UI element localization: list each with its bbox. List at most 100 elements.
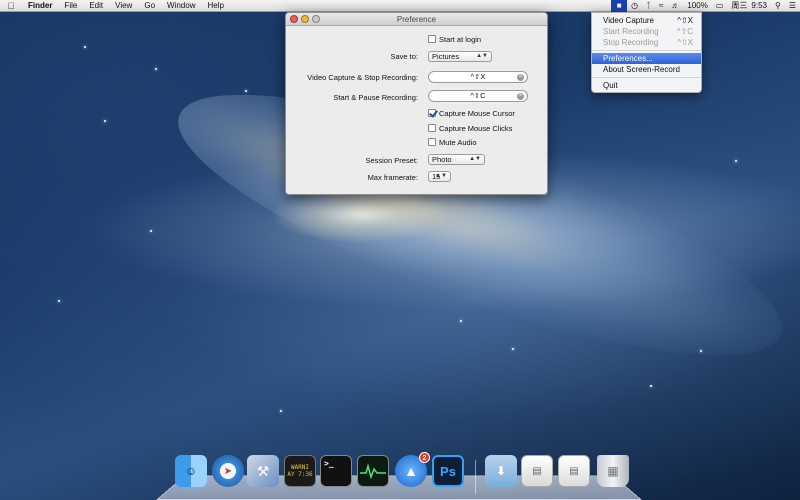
star [280, 410, 282, 412]
menu-separator [592, 77, 701, 78]
clear-shortcut-icon[interactable]: × [517, 93, 524, 100]
documents-stack-icon[interactable]: ▤ [521, 455, 553, 487]
screen-record-status-icon[interactable]: ■ [611, 0, 628, 12]
max-framerate-label: Max framerate: [367, 173, 418, 182]
xcode-icon[interactable]: ⚒ [247, 455, 279, 487]
star [104, 120, 106, 122]
save-to-value: Pictures [432, 52, 460, 61]
star [650, 385, 652, 387]
star [735, 160, 737, 162]
menu-separator [592, 50, 701, 51]
capture-mouse-cursor-checkbox[interactable] [428, 109, 436, 117]
menu-item-video-capture[interactable]: Video Capture ^⇧X [592, 15, 701, 26]
star [245, 90, 247, 92]
menu-view[interactable]: View [109, 0, 138, 12]
capture-mouse-clicks-checkbox[interactable] [428, 124, 436, 132]
window-title: Preference [396, 15, 437, 24]
star [84, 46, 86, 48]
star [460, 320, 462, 322]
downloads-stack-icon[interactable]: ▤ [558, 455, 590, 487]
photoshop-icon[interactable]: Ps [432, 455, 464, 487]
preference-window: Preference Start at login Save to: Pictu… [285, 12, 548, 195]
menu-item-shortcut: ^⇧X [677, 16, 693, 25]
menu-finder[interactable]: Finder [22, 0, 58, 12]
start-pause-shortcut-field[interactable]: ^⇧C × [428, 90, 528, 102]
trash-icon[interactable]: ▦ [597, 455, 629, 487]
minimize-button[interactable] [301, 15, 309, 23]
console-icon[interactable]: WARNI AY 7:36 [284, 455, 316, 487]
menu-item-shortcut: ^⇧X [677, 38, 693, 47]
menu-item-label: Start Recording [603, 27, 659, 36]
battery-percent[interactable]: 100% [683, 0, 711, 12]
start-pause-label: Start & Pause Recording: [333, 93, 418, 102]
menu-file[interactable]: File [58, 0, 83, 12]
menu-item-shortcut: ^⇧C [676, 27, 693, 36]
wifi-icon[interactable]: ≈ [655, 0, 667, 12]
clock-day[interactable]: 周三 [727, 0, 751, 12]
video-capture-shortcut-field[interactable]: ^⇧X × [428, 71, 528, 83]
status-area: ■ ◷ ᛏ ≈ ♬ 100% ▭ 周三 9:53 ⚲ ☰ [611, 0, 800, 12]
capture-mouse-cursor-row[interactable]: Capture Mouse Cursor [428, 109, 515, 118]
spotlight-icon[interactable]: ⚲ [771, 0, 785, 12]
menu-item-about[interactable]: About Screen-Record [592, 64, 701, 75]
start-at-login-row[interactable]: Start at login [428, 35, 481, 44]
safari-icon[interactable]: ➤ [212, 455, 244, 487]
star [150, 230, 152, 232]
star [512, 348, 514, 350]
console-text: WARNI [290, 464, 310, 471]
max-framerate-popup[interactable]: 15 ▲▼ [428, 171, 451, 182]
close-button[interactable] [290, 15, 298, 23]
window-titlebar[interactable]: Preference [286, 13, 547, 26]
mute-audio-checkbox[interactable] [428, 138, 436, 146]
menu-item-label: Quit [603, 81, 618, 90]
capture-mouse-cursor-label: Capture Mouse Cursor [439, 109, 515, 118]
star [155, 68, 157, 70]
session-preset-value: Photo [432, 155, 452, 164]
menu-item-label: Preferences... [603, 54, 653, 63]
start-at-login-checkbox[interactable] [428, 35, 436, 43]
save-to-popup[interactable]: Pictures ▲▼ [428, 51, 492, 62]
finder-icon[interactable]: ☺ [175, 455, 207, 487]
bluetooth-icon[interactable]: ᛏ [642, 0, 655, 12]
applications-folder-icon[interactable]: ⬇ [485, 455, 517, 487]
video-capture-label: Video Capture & Stop Recording: [307, 73, 418, 82]
photoshop-text: Ps [440, 463, 456, 479]
activity-monitor-icon[interactable] [357, 455, 389, 487]
apple-menu-icon[interactable]:  [0, 1, 22, 11]
menu-window[interactable]: Window [161, 0, 201, 12]
battery-icon[interactable]: ▭ [712, 0, 728, 12]
menu-item-start-recording[interactable]: Start Recording ^⇧C [592, 26, 701, 37]
popup-arrows-icon: ▲▼ [469, 156, 481, 162]
clear-shortcut-icon[interactable]: × [517, 74, 524, 81]
terminal-text: >_ [324, 459, 334, 468]
start-pause-shortcut-value: ^⇧C [470, 91, 486, 100]
terminal-icon[interactable]: >_ [320, 455, 352, 487]
time-machine-icon[interactable]: ◷ [627, 0, 642, 12]
session-preset-popup[interactable]: Photo ▲▼ [428, 154, 485, 165]
save-to-label: Save to: [390, 52, 418, 61]
star [700, 350, 702, 352]
menu-item-label: Stop Recording [603, 38, 659, 47]
session-preset-label: Session Preset: [365, 156, 418, 165]
menu-go[interactable]: Go [138, 0, 161, 12]
menu-edit[interactable]: Edit [83, 0, 109, 12]
capture-mouse-clicks-label: Capture Mouse Clicks [439, 124, 513, 133]
app-store-badge: 2 [419, 452, 430, 463]
menu-item-quit[interactable]: Quit [592, 80, 701, 91]
mute-audio-row[interactable]: Mute Audio [428, 138, 477, 147]
zoom-button[interactable] [312, 15, 320, 23]
menu-item-label: Video Capture [603, 16, 654, 25]
start-at-login-label: Start at login [439, 35, 482, 44]
menu-item-preferences[interactable]: Preferences... [592, 53, 701, 64]
menu-item-stop-recording[interactable]: Stop Recording ^⇧X [592, 37, 701, 48]
screen-record-menu: Video Capture ^⇧X Start Recording ^⇧C St… [591, 12, 702, 93]
popup-arrows-icon: ▲▼ [435, 173, 447, 179]
menu-help[interactable]: Help [201, 0, 229, 12]
notification-center-icon[interactable]: ☰ [785, 0, 800, 12]
capture-mouse-clicks-row[interactable]: Capture Mouse Clicks [428, 124, 512, 133]
menu-bar:  Finder File Edit View Go Window Help ■… [0, 0, 800, 12]
clock-time[interactable]: 9:53 [751, 0, 771, 12]
volume-icon[interactable]: ♬ [667, 0, 683, 12]
video-capture-shortcut-value: ^⇧X [470, 72, 486, 81]
app-store-icon[interactable]: ▲ 2 [395, 452, 430, 487]
